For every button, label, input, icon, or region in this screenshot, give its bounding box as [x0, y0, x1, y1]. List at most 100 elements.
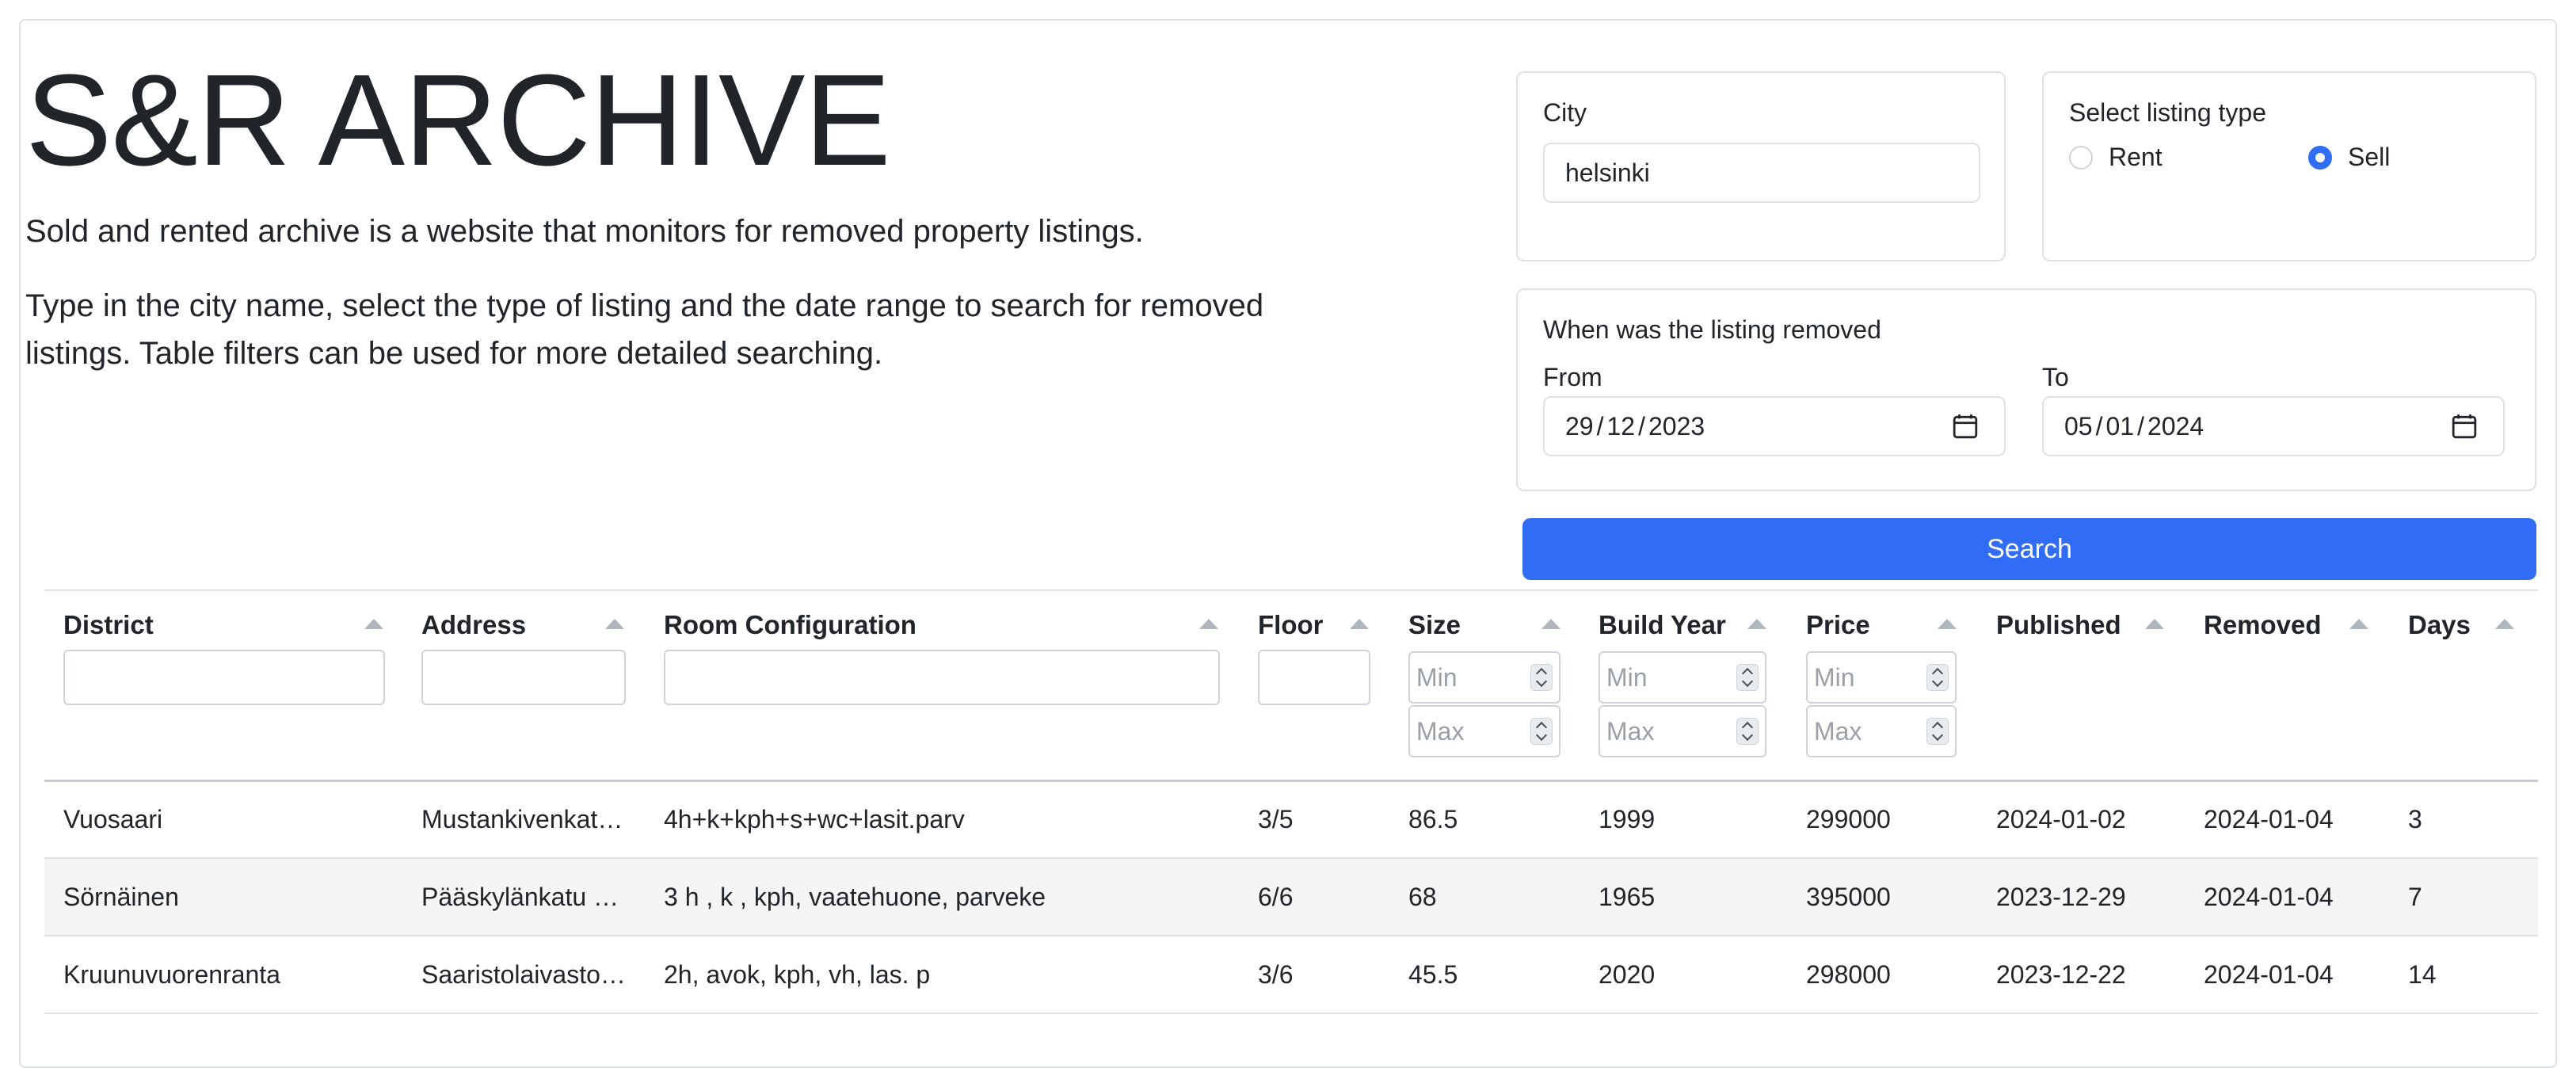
cell-district: Vuosaari — [63, 804, 163, 833]
cell-build-year: 1965 — [1599, 882, 1656, 911]
column-header-removed[interactable]: Removed — [2204, 610, 2322, 640]
cell-size: 68 — [1408, 882, 1437, 911]
sell-radio-option[interactable]: Sell — [2308, 143, 2390, 172]
size-min-input[interactable]: Min — [1408, 651, 1560, 704]
from-label: From — [1543, 363, 1602, 391]
cell-build-year: 1999 — [1599, 804, 1656, 833]
stepper-icon[interactable] — [1530, 718, 1553, 745]
min-placeholder: Min — [1416, 662, 1458, 692]
listing-type-label: Select listing type — [2069, 98, 2267, 127]
stepper-icon[interactable] — [1530, 664, 1553, 691]
instructions-text: Type in the city name, select the type o… — [25, 288, 1264, 371]
city-label: City — [1543, 98, 1587, 127]
cell-room-configuration: 4h+k+kph+s+wc+lasit.parv — [664, 804, 965, 833]
to-day: 05 — [2064, 411, 2093, 441]
stepper-icon[interactable] — [1926, 718, 1949, 745]
cell-size: 86.5 — [1408, 804, 1458, 833]
cell-removed: 2024-01-04 — [2204, 882, 2334, 911]
to-year: 2024 — [2147, 411, 2204, 441]
cell-price: 395000 — [1806, 882, 1891, 911]
cell-price: 298000 — [1806, 959, 1891, 989]
calendar-icon[interactable] — [1952, 413, 1979, 440]
max-placeholder: Max — [1606, 716, 1655, 746]
build-year-max-input[interactable]: Max — [1599, 705, 1766, 757]
table-row[interactable]: Vuosaari Mustankivenkat… 4h+k+kph+s+wc+l… — [44, 781, 2538, 859]
table-top-border — [44, 589, 2538, 591]
cell-address: Mustankivenkat… — [421, 804, 623, 833]
max-placeholder: Max — [1416, 716, 1465, 746]
cell-days: 7 — [2408, 882, 2422, 911]
from-day: 29 — [1565, 411, 1594, 441]
build-year-min-input[interactable]: Min — [1599, 651, 1766, 704]
cell-floor: 6/6 — [1258, 882, 1294, 911]
price-min-input[interactable]: Min — [1806, 651, 1957, 704]
sort-icon[interactable] — [2349, 619, 2368, 629]
city-card: City helsinki — [1516, 71, 2006, 261]
column-header-price[interactable]: Price — [1806, 610, 1870, 640]
calendar-icon[interactable] — [2451, 413, 2478, 440]
cell-published: 2023-12-22 — [1996, 959, 2126, 989]
column-header-room-configuration[interactable]: Room Configuration — [664, 610, 916, 640]
column-header-days[interactable]: Days — [2408, 610, 2471, 640]
cell-days: 3 — [2408, 804, 2422, 833]
cell-floor: 3/6 — [1258, 959, 1294, 989]
sort-icon[interactable] — [605, 619, 624, 629]
column-header-address[interactable]: Address — [421, 610, 526, 640]
rent-radio-option[interactable]: Rent — [2069, 143, 2163, 172]
sort-icon[interactable] — [1541, 619, 1560, 629]
district-filter-input[interactable] — [63, 650, 385, 705]
stepper-icon[interactable] — [1926, 664, 1949, 691]
cell-room-configuration: 3 h , k , kph, vaatehuone, parveke — [664, 882, 1046, 911]
city-input[interactable]: helsinki — [1543, 143, 1980, 203]
from-date-input[interactable]: 29/12/2023 — [1543, 396, 2006, 456]
sort-icon[interactable] — [1350, 619, 1369, 629]
rent-radio[interactable] — [2069, 145, 2093, 170]
price-max-input[interactable]: Max — [1806, 705, 1957, 757]
stepper-icon[interactable] — [1736, 664, 1759, 691]
page-title: S&R ARCHIVE — [25, 48, 891, 193]
to-date-input[interactable]: 05/01/2024 — [2042, 396, 2505, 456]
date-range-label: When was the listing removed — [1543, 315, 1881, 344]
sell-label: Sell — [2348, 143, 2391, 171]
column-header-district[interactable]: District — [63, 610, 154, 640]
cell-removed: 2024-01-04 — [2204, 959, 2334, 989]
floor-filter-input[interactable] — [1258, 650, 1370, 705]
from-month: 12 — [1606, 411, 1636, 441]
intro-text: Sold and rented archive is a website tha… — [25, 214, 1144, 249]
cell-removed: 2024-01-04 — [2204, 804, 2334, 833]
sort-icon[interactable] — [1747, 619, 1766, 629]
sort-icon[interactable] — [1199, 619, 1218, 629]
date-range-card: When was the listing removed From 29/12/… — [1516, 288, 2536, 491]
search-button[interactable]: Search — [1522, 518, 2536, 580]
to-month: 01 — [2105, 411, 2135, 441]
min-placeholder: Min — [1814, 662, 1855, 692]
table-row[interactable]: Kruunuvuorenranta Saaristolaivasto… 2h, … — [44, 936, 2538, 1014]
column-header-published[interactable]: Published — [1996, 610, 2121, 640]
listing-type-card: Select listing type Rent Sell — [2042, 71, 2536, 261]
column-header-build-year[interactable]: Build Year — [1599, 610, 1726, 640]
cell-days: 14 — [2408, 959, 2437, 989]
rent-label: Rent — [2109, 143, 2163, 171]
cell-size: 45.5 — [1408, 959, 1458, 989]
sort-icon[interactable] — [1938, 619, 1957, 629]
cell-district: Kruunuvuorenranta — [63, 959, 280, 989]
sell-radio[interactable] — [2308, 145, 2332, 170]
column-header-size[interactable]: Size — [1408, 610, 1461, 640]
to-label: To — [2042, 363, 2069, 391]
min-placeholder: Min — [1606, 662, 1648, 692]
cell-price: 299000 — [1806, 804, 1891, 833]
table-row[interactable]: Sörnäinen Pääskylänkatu … 3 h , k , kph,… — [44, 859, 2538, 936]
address-filter-input[interactable] — [421, 650, 626, 705]
sort-icon[interactable] — [2495, 619, 2514, 629]
from-year: 2023 — [1648, 411, 1705, 441]
stepper-icon[interactable] — [1736, 718, 1759, 745]
cell-floor: 3/5 — [1258, 804, 1294, 833]
cell-published: 2024-01-02 — [1996, 804, 2126, 833]
cell-published: 2023-12-29 — [1996, 882, 2126, 911]
sort-icon[interactable] — [2145, 619, 2164, 629]
cell-room-configuration: 2h, avok, kph, vh, las. p — [664, 959, 931, 989]
size-max-input[interactable]: Max — [1408, 705, 1560, 757]
room-configuration-filter-input[interactable] — [664, 650, 1220, 705]
sort-icon[interactable] — [364, 619, 383, 629]
column-header-floor[interactable]: Floor — [1258, 610, 1323, 640]
